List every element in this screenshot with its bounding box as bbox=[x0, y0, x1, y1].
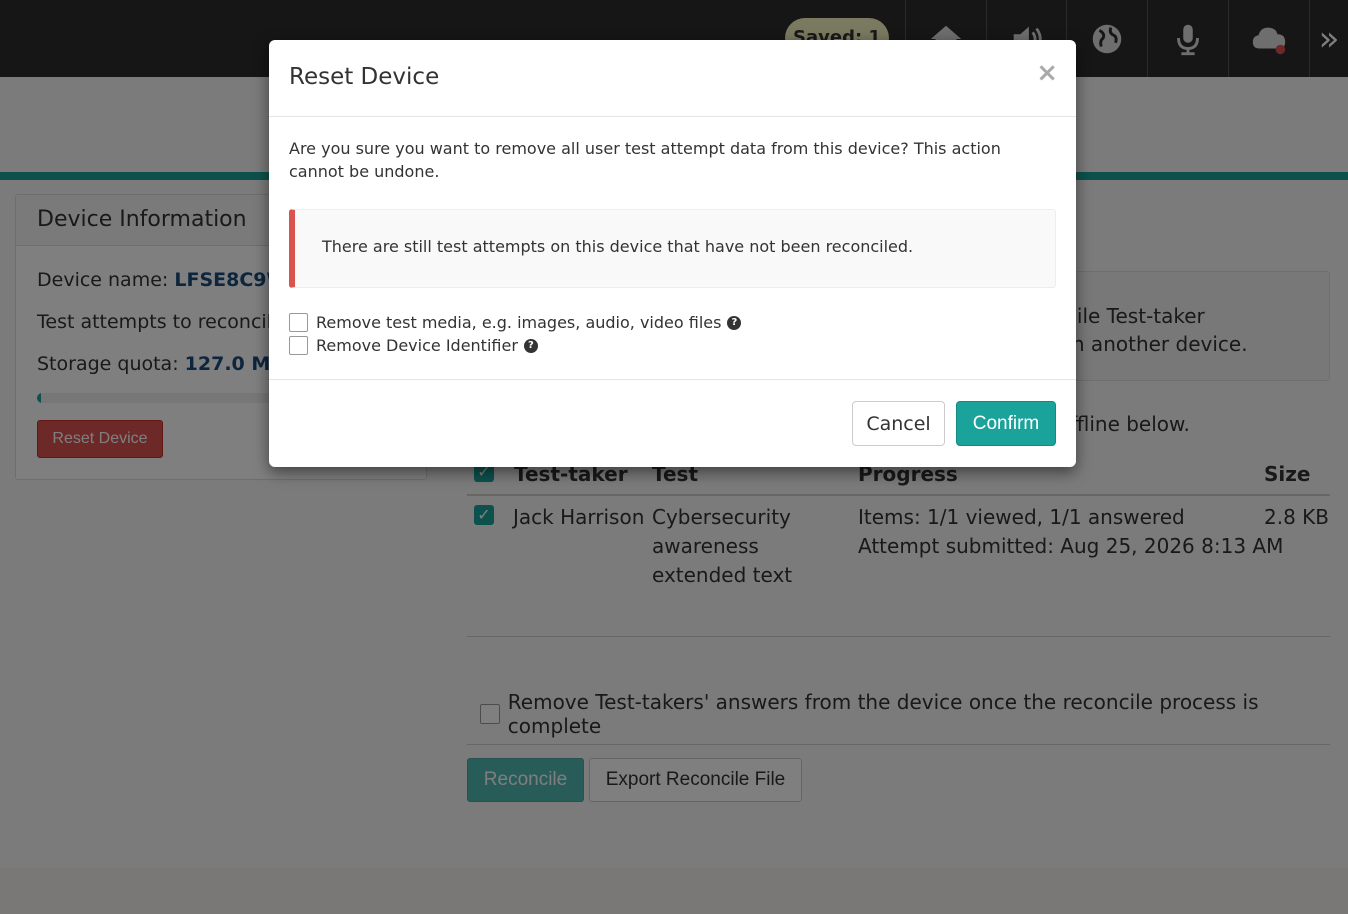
remove-media-checkbox[interactable] bbox=[289, 313, 308, 332]
question-circle-icon[interactable]: ? bbox=[523, 338, 538, 353]
cancel-button[interactable]: Cancel bbox=[852, 401, 945, 446]
dialog-header: Reset Device × bbox=[269, 40, 1076, 117]
confirm-button[interactable]: Confirm bbox=[956, 401, 1056, 446]
dialog-message: Are you sure you want to remove all user… bbox=[289, 139, 1001, 181]
question-circle-icon[interactable]: ? bbox=[727, 315, 742, 330]
remove-media-option[interactable]: Remove test media, e.g. images, audio, v… bbox=[289, 313, 742, 332]
remove-identifier-option[interactable]: Remove Device Identifier ? bbox=[289, 336, 538, 355]
remove-media-label: Remove test media, e.g. images, audio, v… bbox=[316, 313, 722, 332]
close-button[interactable]: × bbox=[1036, 58, 1058, 88]
unreconciled-warning: There are still test attempts on this de… bbox=[289, 209, 1056, 288]
dialog-title: Reset Device bbox=[289, 64, 440, 90]
reset-device-dialog: Reset Device × Are you sure you want to … bbox=[269, 40, 1076, 467]
remove-identifier-checkbox[interactable] bbox=[289, 336, 308, 355]
dialog-footer: Cancel Confirm bbox=[269, 380, 1076, 466]
dialog-body: Are you sure you want to remove all user… bbox=[269, 117, 1076, 380]
remove-identifier-label: Remove Device Identifier bbox=[316, 336, 518, 355]
